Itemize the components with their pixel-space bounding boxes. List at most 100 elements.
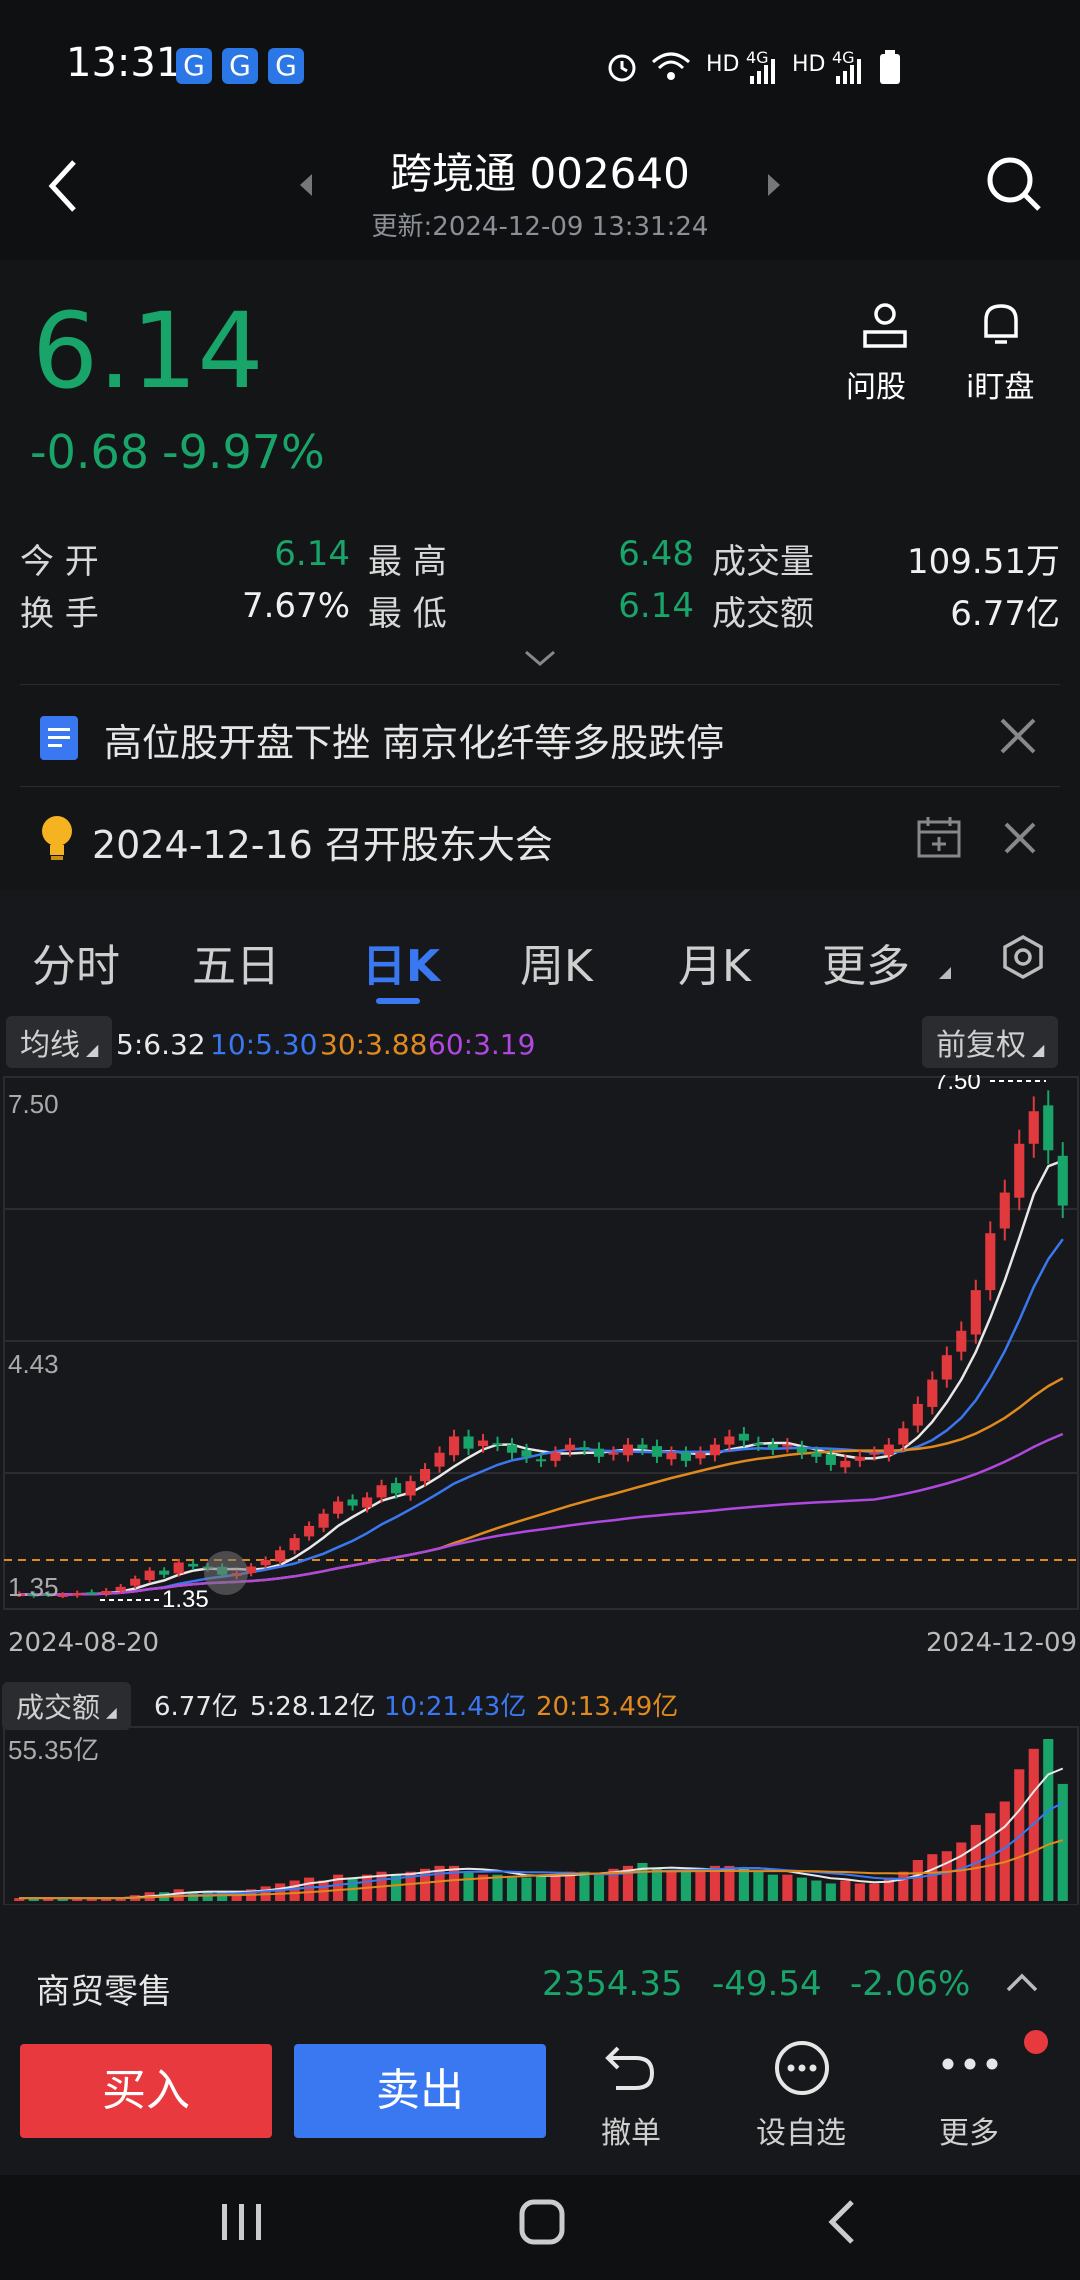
settings-icon[interactable] xyxy=(1000,934,1046,980)
add-watchlist-label[interactable]: 设自选 xyxy=(736,2108,866,2152)
close-icon[interactable] xyxy=(998,716,1038,756)
candle-body xyxy=(927,1379,938,1407)
candle-body xyxy=(622,1444,634,1456)
y-tick-top: 7.50 xyxy=(8,1089,59,1119)
expand-chevron-icon[interactable] xyxy=(522,648,558,670)
tab-daily-k[interactable]: 日K xyxy=(362,930,440,994)
volume-selector-label: 成交额 xyxy=(16,1691,101,1724)
calendar-add-icon[interactable] xyxy=(916,814,962,860)
candle-body xyxy=(376,1485,387,1498)
tab-five-day[interactable]: 五日 xyxy=(192,930,280,994)
tab-intraday[interactable]: 分时 xyxy=(32,930,120,994)
ask-stock-icon[interactable] xyxy=(860,300,910,350)
volume-bar xyxy=(593,1874,605,1901)
candle-body xyxy=(753,1443,764,1446)
volume-bar xyxy=(680,1871,692,1901)
search-icon[interactable] xyxy=(986,156,1042,212)
volume-bar xyxy=(666,1871,677,1901)
candle-body xyxy=(506,1444,518,1453)
candle-body xyxy=(970,1290,981,1335)
volume-bar xyxy=(738,1868,749,1901)
adjust-selector[interactable]: 前复权 ◢ xyxy=(922,1016,1059,1068)
more-label[interactable]: 更多 xyxy=(904,2108,1034,2152)
sector-index: 2354.35 xyxy=(542,1964,683,2004)
ask-stock-label[interactable]: 问股 xyxy=(846,362,906,406)
ma-selector[interactable]: 均线 ◢ xyxy=(6,1016,113,1068)
candle-body xyxy=(144,1570,155,1580)
tab-monthly-k[interactable]: 月K xyxy=(678,930,751,994)
open-label: 今 开 xyxy=(20,542,99,582)
candle-body xyxy=(564,1444,576,1451)
next-stock-icon[interactable] xyxy=(764,172,784,198)
volume-bar xyxy=(753,1871,764,1901)
volume-selector[interactable]: 成交额 ◢ xyxy=(2,1682,131,1730)
price-change: -0.68 xyxy=(30,425,150,479)
candle-body xyxy=(448,1436,460,1456)
kline-chart[interactable]: 7.50 4.43 1.35 7.50 1.35 xyxy=(0,1075,1080,1615)
candle-body xyxy=(405,1481,416,1496)
news-headline[interactable]: 高位股开盘下挫 南京化纤等多股跌停 xyxy=(104,712,724,767)
candle-body xyxy=(637,1444,648,1449)
watch-stock-label[interactable]: i盯盘 xyxy=(966,362,1034,406)
candle-body xyxy=(854,1456,865,1461)
volume-bar xyxy=(912,1860,923,1901)
candle-body xyxy=(260,1560,271,1566)
candle-body xyxy=(463,1436,474,1449)
volume-bar xyxy=(579,1871,590,1901)
low-label: 最 低 xyxy=(368,594,447,634)
candle-body xyxy=(651,1446,663,1457)
volume-chart[interactable]: 55.35亿 xyxy=(0,1725,1080,1905)
candle-body xyxy=(724,1436,735,1445)
sell-button[interactable]: 卖出 xyxy=(294,2044,546,2138)
candle-body xyxy=(72,1593,83,1596)
close-icon[interactable] xyxy=(1002,820,1038,856)
recent-apps-icon[interactable] xyxy=(216,2198,268,2246)
candle-body xyxy=(362,1497,373,1508)
volume-bar xyxy=(463,1871,474,1901)
candle-body xyxy=(521,1450,532,1457)
undo-icon[interactable] xyxy=(602,2040,658,2096)
candle-body xyxy=(318,1513,329,1528)
hd-indicator: HD xyxy=(792,52,826,77)
battery-icon xyxy=(880,50,900,84)
candle-body xyxy=(782,1444,793,1447)
sector-change: -49.54 xyxy=(712,1964,822,2004)
volume-bar xyxy=(651,1868,663,1901)
volume-bar xyxy=(535,1874,547,1901)
back-nav-icon[interactable] xyxy=(822,2196,862,2248)
active-tab-indicator xyxy=(376,998,420,1004)
volume-bar xyxy=(767,1874,778,1901)
event-notice[interactable]: 2024-12-16 召开股东大会 xyxy=(92,814,553,869)
candle-body xyxy=(419,1468,431,1482)
candle-body xyxy=(535,1459,547,1462)
candle-body xyxy=(1057,1155,1068,1206)
crosshair-handle[interactable] xyxy=(204,1551,248,1595)
candle-body xyxy=(999,1192,1010,1229)
volume-bar xyxy=(304,1877,315,1901)
low-value: 6.14 xyxy=(618,586,694,626)
volume-bar xyxy=(825,1883,836,1901)
candle-body xyxy=(333,1501,344,1514)
more-dots-icon[interactable] xyxy=(938,2052,1002,2076)
expand-up-icon[interactable] xyxy=(1004,1970,1040,1996)
candle-body xyxy=(492,1443,503,1446)
buy-button[interactable]: 买入 xyxy=(20,2044,272,2138)
volume-bar xyxy=(796,1877,807,1901)
adjust-selector-label: 前复权 xyxy=(936,1028,1026,1063)
dropdown-triangle-icon: ◢ xyxy=(86,1040,99,1059)
tab-weekly-k[interactable]: 周K xyxy=(520,930,593,994)
signal-icon xyxy=(750,59,775,84)
notification-app-icon: G xyxy=(268,48,304,84)
candle-body xyxy=(57,1595,68,1597)
volume-bar xyxy=(927,1854,938,1901)
volume-axis-max: 55.35亿 xyxy=(8,1735,99,1765)
open-value: 6.14 xyxy=(274,534,350,574)
candle-body xyxy=(738,1433,749,1441)
candle-body xyxy=(101,1590,112,1594)
tab-more[interactable]: 更多 xyxy=(822,930,910,994)
add-watchlist-icon[interactable] xyxy=(772,2038,832,2098)
home-icon[interactable] xyxy=(516,2196,568,2248)
volume-bar xyxy=(782,1874,793,1901)
bell-icon[interactable] xyxy=(976,300,1026,350)
cancel-order-label[interactable]: 撤单 xyxy=(566,2108,696,2152)
